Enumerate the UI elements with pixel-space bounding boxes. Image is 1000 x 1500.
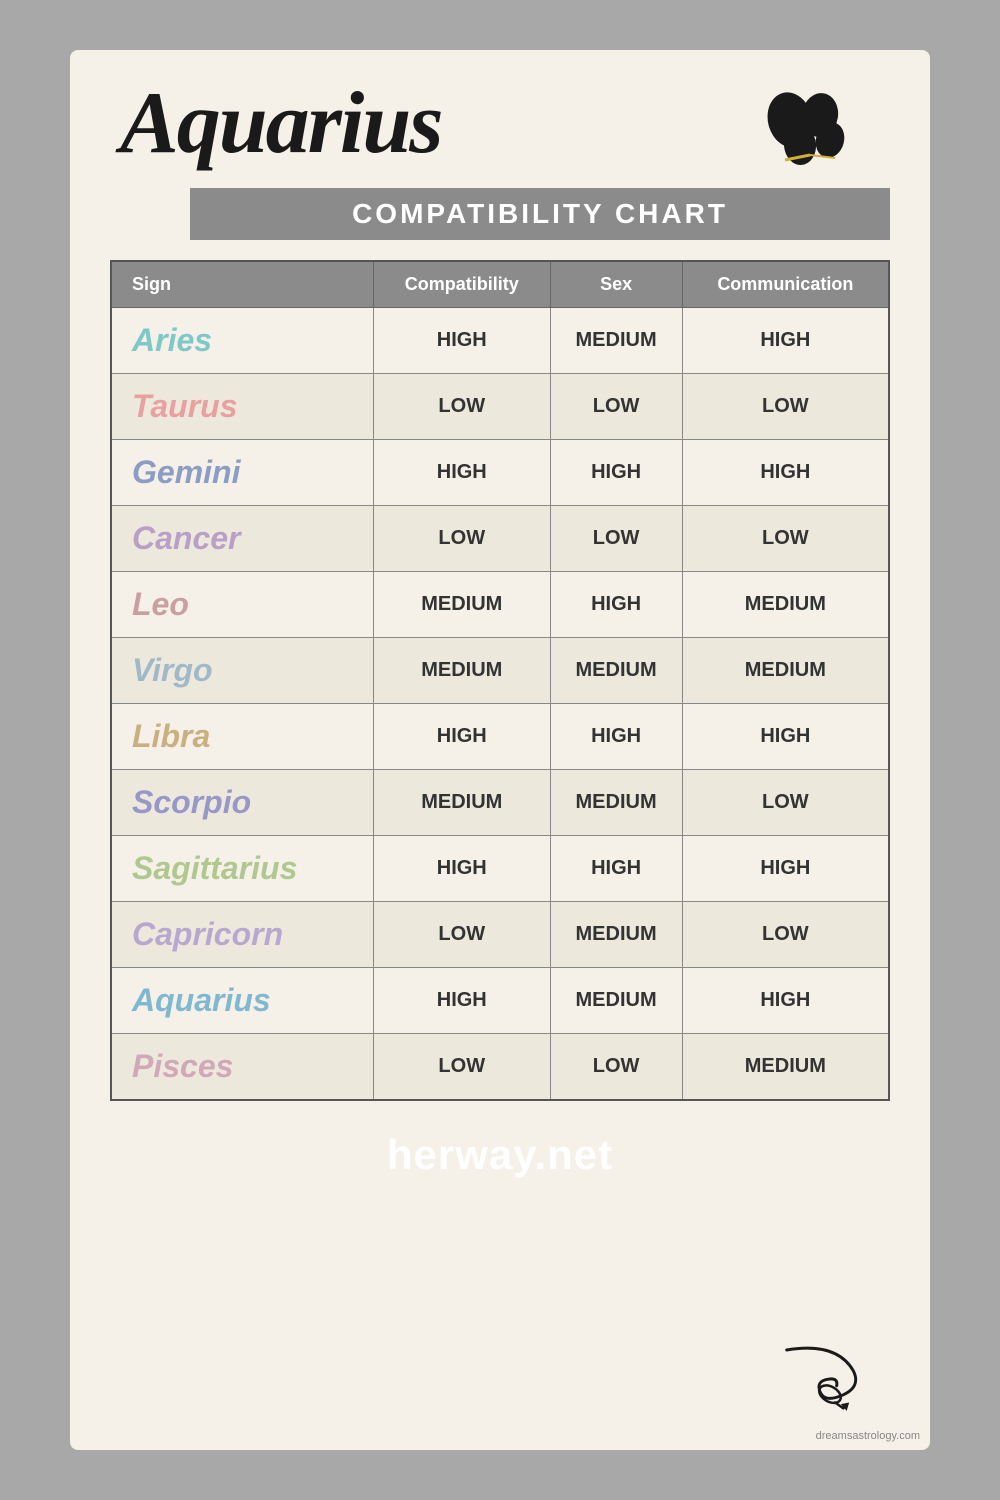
sign-name-label: Aquarius (132, 982, 271, 1018)
table-header-row: Sign Compatibility Sex Communication (111, 261, 889, 308)
communication-cell: HIGH (682, 440, 889, 506)
compatibility-cell: HIGH (374, 968, 550, 1034)
compatibility-cell: HIGH (374, 704, 550, 770)
sign-cell: Aries (111, 308, 374, 374)
sex-cell: MEDIUM (550, 308, 682, 374)
communication-cell: MEDIUM (682, 1034, 889, 1101)
communication-cell: LOW (682, 506, 889, 572)
table-row: TaurusLOWLOWLOW (111, 374, 889, 440)
communication-cell: HIGH (682, 968, 889, 1034)
table-row: Aquarius HIGHMEDIUMHIGH (111, 968, 889, 1034)
sex-cell: HIGH (550, 572, 682, 638)
sign-name-label: Sagittarius (132, 850, 297, 886)
sign-name-label: Virgo (132, 652, 213, 688)
sign-name-label: Cancer (132, 520, 241, 556)
sign-name-label: Gemini (132, 454, 240, 490)
sex-cell: HIGH (550, 440, 682, 506)
sign-cell: Gemini (111, 440, 374, 506)
communication-cell: LOW (682, 770, 889, 836)
compatibility-cell: MEDIUM (374, 572, 550, 638)
table-row: LibraHIGHHIGHHIGH (111, 704, 889, 770)
compatibility-cell: LOW (374, 902, 550, 968)
attribution-text: dreamsastrology.com (816, 1430, 920, 1442)
compatibility-cell: MEDIUM (374, 638, 550, 704)
table-row: PiscesLOWLOWMEDIUM (111, 1034, 889, 1101)
sex-cell: LOW (550, 374, 682, 440)
col-communication: Communication (682, 261, 889, 308)
sex-cell: MEDIUM (550, 902, 682, 968)
sex-cell: MEDIUM (550, 770, 682, 836)
communication-cell: HIGH (682, 704, 889, 770)
sign-cell: Aquarius (111, 968, 374, 1034)
compatibility-cell: MEDIUM (374, 770, 550, 836)
sign-cell: Cancer (111, 506, 374, 572)
sign-name-label: Aries (132, 322, 212, 358)
sign-cell: Sagittarius (111, 836, 374, 902)
sex-cell: LOW (550, 506, 682, 572)
table-row: Leo MEDIUMHIGHMEDIUM (111, 572, 889, 638)
table-row: ScorpioMEDIUMMEDIUMLOW (111, 770, 889, 836)
compatibility-cell: LOW (374, 1034, 550, 1101)
table-row: CancerLOWLOWLOW (111, 506, 889, 572)
compatibility-cell: HIGH (374, 440, 550, 506)
communication-cell: LOW (682, 374, 889, 440)
sign-cell: Virgo (111, 638, 374, 704)
table-row: Capricorn LOWMEDIUMLOW (111, 902, 889, 968)
sign-name-label: Scorpio (132, 784, 251, 820)
communication-cell: MEDIUM (682, 572, 889, 638)
col-compatibility: Compatibility (374, 261, 550, 308)
sex-cell: MEDIUM (550, 638, 682, 704)
col-sign: Sign (111, 261, 374, 308)
sign-cell: Pisces (111, 1034, 374, 1101)
main-card: Aquarius COMPATIBILITY CHART Sign Compat… (70, 50, 930, 1450)
table-row: SagittariusHIGHHIGHHIGH (111, 836, 889, 902)
header-section: Aquarius (110, 80, 890, 168)
sign-name-label: Pisces (132, 1048, 233, 1084)
sex-cell: HIGH (550, 704, 682, 770)
col-sex: Sex (550, 261, 682, 308)
aquarius-symbol-icon (740, 90, 870, 219)
footer-decoration (770, 1335, 870, 1420)
compatibility-cell: LOW (374, 374, 550, 440)
sign-name-label: Taurus (132, 388, 238, 424)
sign-cell: Leo (111, 572, 374, 638)
communication-cell: MEDIUM (682, 638, 889, 704)
footer-url: herway.net (110, 1131, 890, 1179)
compatibility-cell: HIGH (374, 836, 550, 902)
table-row: Aries HIGHMEDIUMHIGH (111, 308, 889, 374)
table-row: VirgoMEDIUMMEDIUMMEDIUM (111, 638, 889, 704)
sex-cell: MEDIUM (550, 968, 682, 1034)
sex-cell: LOW (550, 1034, 682, 1101)
communication-cell: LOW (682, 902, 889, 968)
compatibility-cell: LOW (374, 506, 550, 572)
sign-name-label: Leo (132, 586, 189, 622)
sign-name-label: Libra (132, 718, 210, 754)
table-row: GeminiHIGHHIGHHIGH (111, 440, 889, 506)
footer-section: herway.net (110, 1131, 890, 1179)
sign-cell: Capricorn (111, 902, 374, 968)
communication-cell: HIGH (682, 836, 889, 902)
compatibility-cell: HIGH (374, 308, 550, 374)
sign-cell: Libra (111, 704, 374, 770)
compatibility-table: Sign Compatibility Sex Communication Ari… (110, 260, 890, 1101)
sign-name-label: Capricorn (132, 916, 283, 952)
communication-cell: HIGH (682, 308, 889, 374)
sign-cell: Scorpio (111, 770, 374, 836)
sign-cell: Taurus (111, 374, 374, 440)
sex-cell: HIGH (550, 836, 682, 902)
